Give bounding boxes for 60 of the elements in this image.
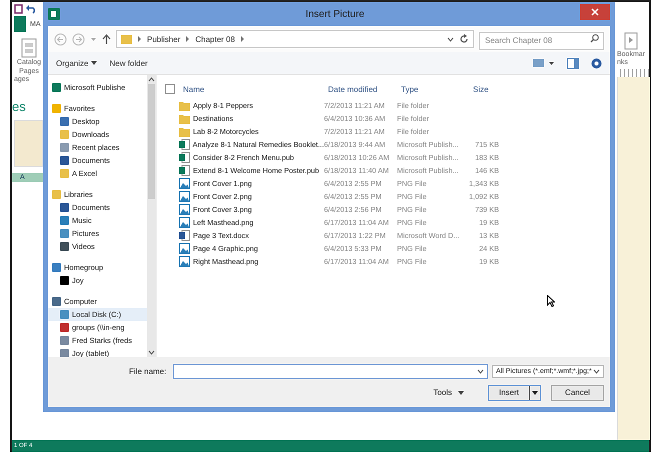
publisher-icon xyxy=(48,8,60,20)
caret-icon xyxy=(91,61,98,65)
insert-button[interactable]: Insert xyxy=(488,384,541,400)
dropdown-icon[interactable] xyxy=(477,368,484,374)
caret-icon[interactable] xyxy=(532,390,538,394)
preview-pane-icon[interactable] xyxy=(567,58,579,68)
breadcrumb-item[interactable]: Chapter 08 xyxy=(195,34,235,44)
refresh-icon[interactable] xyxy=(459,34,469,44)
chevron-icon xyxy=(240,36,245,42)
image-file-icon xyxy=(179,243,190,254)
scrollbar[interactable] xyxy=(147,75,156,357)
close-icon xyxy=(591,8,600,16)
dropdown-icon xyxy=(593,368,600,374)
scroll-down-icon[interactable] xyxy=(148,350,155,355)
organize-button[interactable]: Organize xyxy=(56,58,98,68)
mouse-pointer-icon xyxy=(547,295,555,307)
close-button[interactable] xyxy=(580,4,610,20)
file-name-label: File name: xyxy=(129,366,168,376)
image-file-icon xyxy=(179,178,190,189)
tools-button[interactable]: Tools xyxy=(427,387,470,398)
chevron-icon xyxy=(137,36,142,42)
catalog-pages-icon xyxy=(21,38,37,58)
dropdown-icon[interactable] xyxy=(447,36,454,42)
ruler xyxy=(617,69,649,77)
page-thumbnail[interactable] xyxy=(14,120,43,167)
help-icon[interactable] xyxy=(591,58,602,68)
view-options-icon[interactable] xyxy=(533,58,555,68)
search-icon xyxy=(590,34,599,43)
nav-icon xyxy=(52,83,61,92)
publisher-file-icon xyxy=(179,152,190,163)
word-file-icon xyxy=(179,230,190,241)
image-file-icon xyxy=(179,256,190,267)
image-file-icon xyxy=(179,217,190,228)
search-field[interactable]: Search Chapter 08 xyxy=(479,32,604,50)
cancel-button[interactable]: Cancel xyxy=(551,384,604,400)
image-file-icon xyxy=(179,204,190,215)
folder-icon xyxy=(179,100,190,110)
column-header[interactable]: Size xyxy=(473,84,503,94)
new-folder-button[interactable]: New folder xyxy=(109,58,148,68)
chevron-icon xyxy=(185,36,190,42)
publisher-file-icon xyxy=(179,165,190,176)
address-bar[interactable]: Publisher Chapter 08 xyxy=(116,30,474,48)
folder-icon xyxy=(121,34,132,44)
column-header[interactable]: Name xyxy=(183,84,328,94)
caret-icon xyxy=(458,390,464,394)
folder-icon xyxy=(179,126,190,136)
column-header[interactable]: Date modified xyxy=(328,84,401,94)
up-arrow-icon[interactable] xyxy=(102,34,111,44)
publisher-file-icon xyxy=(179,139,190,150)
scroll-up-icon[interactable] xyxy=(148,77,155,82)
window-title: Insert Picture xyxy=(306,8,364,20)
file-name-field[interactable] xyxy=(173,364,488,378)
breadcrumb-item[interactable]: Publisher xyxy=(147,34,180,44)
undo-icon[interactable] xyxy=(25,4,37,14)
folder-icon xyxy=(179,114,190,124)
save-icon[interactable] xyxy=(14,4,23,14)
column-header[interactable]: Type xyxy=(401,84,473,94)
pages-heading: es xyxy=(12,99,27,114)
select-all-checkbox[interactable] xyxy=(165,84,175,94)
image-file-icon xyxy=(179,191,190,202)
